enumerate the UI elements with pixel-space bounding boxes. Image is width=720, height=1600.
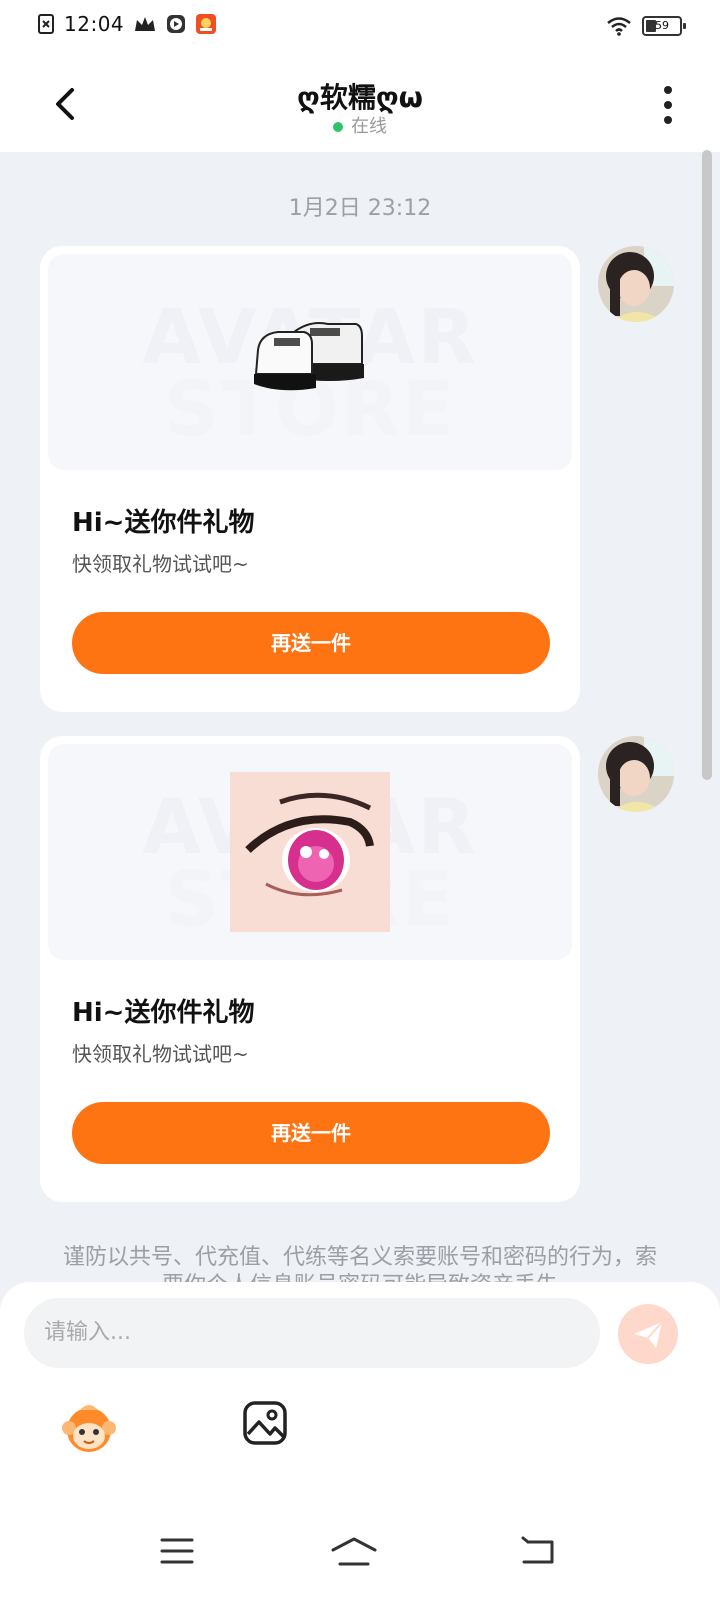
status-bar: 12:04 59 [0,0,720,56]
more-options-icon[interactable] [662,86,674,126]
system-nav-bar [0,1512,720,1600]
image-icon[interactable] [242,1400,288,1446]
home-icon[interactable] [330,1536,378,1568]
gift-title: Hi~送你件礼物 [72,508,255,538]
message-timestamp: 1月2日 23:12 [288,196,432,221]
avatar[interactable] [598,246,674,322]
scrollbar[interactable] [702,150,712,780]
crown-icon [135,17,156,31]
clock: 12:04 [64,12,125,36]
app-notification-icon [196,14,217,34]
wifi-icon [607,17,631,36]
avatar-image [598,736,674,812]
gift-image[interactable]: AVATAR STORE [48,744,572,960]
eye-image [230,772,390,932]
shoes-image [254,322,364,391]
gift-card: AVATAR STORE Hi~送你件礼物 快领取礼物试试吧~ 再送一件 [40,736,580,1202]
avatar-image [598,246,674,322]
mascot-icon[interactable] [60,1398,118,1456]
gift-subtitle: 快领取礼物试试吧~ [72,1042,249,1066]
menu-icon[interactable] [160,1536,194,1566]
chat-header: ღ软糯ღω 在线 [0,56,720,152]
battery-icon: 59 [642,16,686,36]
send-another-button[interactable]: 再送一件 [72,612,550,674]
gift-title: Hi~送你件礼物 [72,998,255,1028]
gift-card: AVATAR STORE Hi~送你件礼物 快领取礼物试试吧~ 再送一件 [40,246,580,712]
avatar[interactable] [598,736,674,812]
status-right: 59 [606,16,686,36]
battery-level: 59 [655,19,669,32]
status-left: 12:04 [38,12,217,36]
message-input[interactable]: 请输入... [24,1298,600,1368]
online-dot [333,122,343,132]
send-button[interactable] [618,1304,678,1364]
contact-name: ღ软糯ღω [297,81,423,114]
back-nav-icon[interactable] [520,1536,556,1566]
gift-image[interactable]: AVATAR STORE [48,254,572,470]
sim-icon [38,14,54,34]
gift-subtitle: 快领取礼物试试吧~ [72,552,249,576]
play-icon [167,15,186,33]
online-status: 在线 [0,112,720,138]
send-another-button[interactable]: 再送一件 [72,1102,550,1164]
send-icon [634,1321,663,1348]
message-composer: 请输入... [0,1282,720,1512]
online-status-label: 在线 [351,116,387,137]
